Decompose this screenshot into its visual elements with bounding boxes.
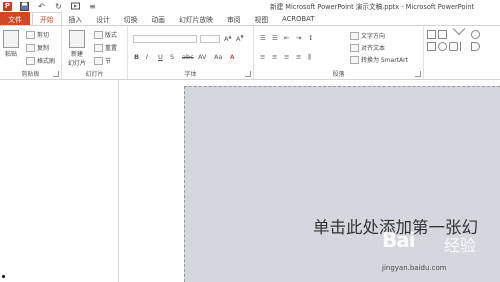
copy-icon [26,43,35,52]
tab-animations[interactable]: 动画 [144,12,172,25]
ribbon-tab-bar: 文件 开始 插入 设计 切换 动画 幻灯片放映 审阅 视图 ACROBAT [0,12,500,25]
align-text-button[interactable]: 对齐文本 [350,43,385,52]
new-slide-icon [69,30,85,48]
reset-button[interactable]: 重置 [94,43,117,52]
tab-acrobat[interactable]: ACROBAT [275,12,321,25]
paragraph-group: ☰ ☰ ⇤ ⇥ ↕ ≡ ≡ ≡ ≡ ⫼ 文字方向 对齐文本 转换为 SmartA… [254,26,424,79]
oval-shape-icon[interactable] [471,30,480,39]
brace-shape-icon[interactable] [471,42,480,51]
title-bar: P ↶ ↻ ≡ 新建 Microsoft PowerPoint 演示文稿.ppt… [0,0,500,12]
undo-icon[interactable]: ↶ [37,2,46,11]
section-button[interactable]: 节 [94,56,111,65]
ribbon: 粘贴 剪切 复制 格式刷 剪贴板 新建 幻灯片 版式 重置 节 幻灯片 A▲ A… [0,25,500,80]
clipboard-launcher-icon[interactable] [53,71,59,77]
bracket-shape-icon[interactable] [460,42,469,51]
new-slide-button[interactable]: 新建 幻灯片 [68,30,86,67]
powerpoint-logo-icon[interactable]: P [3,1,12,11]
start-presentation-icon[interactable] [71,2,80,11]
customize-qat-icon[interactable]: ≡ [88,2,97,11]
paste-icon [3,30,19,48]
font-name-combo[interactable] [133,35,197,43]
paragraph-group-label: 段落 [332,71,345,78]
font-group: A▲ A▼ B I U S abc AV Aa A 字体 [128,26,254,79]
align-text-icon [350,43,359,52]
line-spacing-icon[interactable]: ↕ [308,34,313,42]
layout-button[interactable]: 版式 [94,30,117,39]
bullets-icon[interactable]: ☰ [260,34,266,42]
shadow-button[interactable]: S [170,53,174,61]
tab-transitions[interactable]: 切换 [117,12,145,25]
tab-insert[interactable]: 插入 [62,12,90,25]
document-title: 新建 Microsoft PowerPoint 演示文稿.pptx - Micr… [270,3,475,11]
watermark-url: jingyan.baidu.com [382,264,447,272]
format-painter-button[interactable]: 格式刷 [26,56,55,65]
slides-group-label: 幻灯片 [85,71,104,78]
redo-icon[interactable]: ↻ [54,2,63,11]
align-left-icon[interactable]: ≡ [260,53,265,61]
underline-button[interactable]: U [158,53,163,61]
convert-smartart-button[interactable]: 转换为 SmartArt [350,55,408,64]
font-size-combo[interactable] [200,35,220,43]
text-direction-button[interactable]: 文字方向 [350,31,385,40]
paste-button[interactable]: 粘贴 [3,30,19,58]
reset-icon [94,43,103,52]
justify-icon[interactable]: ≡ [296,53,301,61]
watermark-text: 经验 [444,236,477,255]
align-right-icon[interactable]: ≡ [284,53,289,61]
circle-shape-icon[interactable] [438,42,447,51]
shapes-gallery[interactable] [427,28,493,62]
copy-button[interactable]: 复制 [26,43,49,52]
arrow-shape-icon[interactable] [458,28,471,41]
columns-icon[interactable]: ⫼ [308,53,311,62]
shrink-font-icon[interactable]: A▼ [236,34,244,43]
section-icon [94,56,103,65]
quick-access-toolbar: P ↶ ↻ ≡ [3,1,97,11]
font-launcher-icon[interactable] [245,71,251,77]
strikethrough-button[interactable]: abc [182,53,194,61]
numbering-icon[interactable]: ☰ [272,34,278,42]
change-case-button[interactable]: Aa [214,53,222,61]
slide-thumbnail-pane[interactable] [0,80,119,282]
italic-button[interactable]: I [146,53,148,61]
textbox-shape-icon[interactable] [438,30,447,39]
tab-design[interactable]: 设计 [89,12,117,25]
tab-slideshow[interactable]: 幻灯片放映 [172,12,220,25]
rounded-rect-shape-icon[interactable] [449,42,458,51]
grow-font-icon[interactable]: A▲ [224,34,232,43]
font-color-button[interactable]: A [230,53,234,61]
ribbon-tabs: 开始 插入 设计 切换 动画 幻灯片放映 审阅 视图 ACROBAT [32,12,321,25]
cursor-dot [2,275,5,278]
bold-button[interactable]: B [134,53,139,61]
tab-review[interactable]: 审阅 [220,12,248,25]
tab-home[interactable]: 开始 [32,12,62,25]
slides-group: 新建 幻灯片 版式 重置 节 幻灯片 [62,26,128,79]
square-shape-icon[interactable] [427,42,436,51]
layout-icon [94,30,103,39]
align-center-icon[interactable]: ≡ [272,53,277,61]
tab-view[interactable]: 视图 [248,12,276,25]
clipboard-group-label: 剪贴板 [21,71,40,78]
paragraph-launcher-icon[interactable] [415,71,421,77]
baidu-watermark: Bai 经验 jingyan.baidu.com [382,226,500,282]
save-icon[interactable] [20,1,29,11]
font-group-label: 字体 [184,71,197,78]
decrease-indent-icon[interactable]: ⇤ [284,34,289,42]
clipboard-group: 粘贴 剪切 复制 格式刷 剪贴板 [0,26,62,79]
rectangle-shape-icon[interactable] [427,30,436,39]
text-direction-icon [350,31,359,40]
file-tab[interactable]: 文件 [0,12,30,25]
baidu-logo: Bai [382,228,416,252]
char-spacing-button[interactable]: AV [198,53,206,61]
increase-indent-icon[interactable]: ⇥ [296,34,301,42]
brush-icon [26,56,35,65]
smartart-icon [350,55,359,64]
scissors-icon [26,30,35,39]
cut-button[interactable]: 剪切 [26,30,49,39]
